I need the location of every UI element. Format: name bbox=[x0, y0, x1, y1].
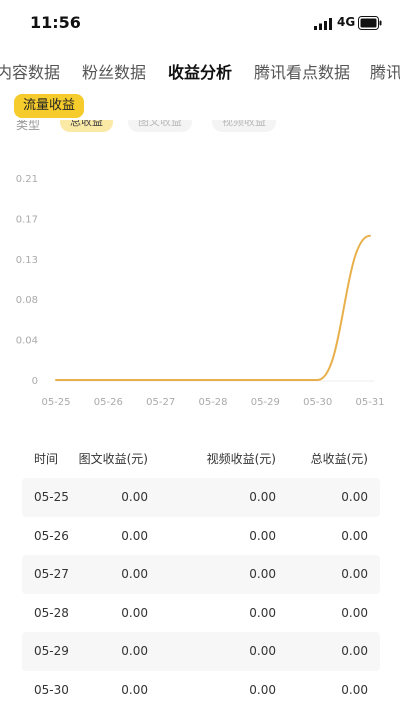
table-row: 05-26 0.00 0.00 0.00 bbox=[22, 517, 380, 556]
cell-article-revenue: 0.00 bbox=[121, 478, 148, 516]
x-tick-label: 05-31 bbox=[355, 397, 384, 408]
tab-content-data[interactable]: 内容数据 bbox=[0, 59, 60, 83]
cell-article-revenue: 0.00 bbox=[121, 555, 148, 593]
revenue-line-chart: 0.21 0.17 0.13 0.08 0.04 005-25 05-26 05-27 05-2… bbox=[0, 160, 400, 420]
table-header-row: 时间 图文收益(元) 视频收益(元) 总收益(元) bbox=[22, 440, 380, 478]
cell-video-revenue: 0.00 bbox=[249, 555, 276, 593]
x-tick-label: 05-27 bbox=[146, 397, 175, 408]
header-article-revenue: 图文收益(元) bbox=[79, 440, 148, 478]
tab-kandian-data[interactable]: 腾讯看点数据 bbox=[254, 59, 350, 83]
cell-video-revenue: 0.00 bbox=[249, 478, 276, 516]
cell-article-revenue: 0.00 bbox=[121, 632, 148, 670]
cell-date: 05-25 bbox=[34, 478, 69, 516]
signal-icon bbox=[314, 18, 334, 30]
y-tick-label: 0.08 bbox=[16, 295, 38, 306]
table-row: 05-30 0.00 0.00 0.00 bbox=[22, 671, 380, 709]
x-tick-label: 05-25 bbox=[41, 397, 70, 408]
network-label: 4G bbox=[337, 15, 355, 29]
y-tick-label: 0.17 bbox=[16, 214, 38, 225]
tab-bar: 内容数据 粉丝数据 收益分析 腾讯看点数据 腾讯 bbox=[0, 50, 400, 90]
chip-total-revenue[interactable]: 总收益 bbox=[60, 120, 113, 132]
cell-date: 05-28 bbox=[34, 594, 69, 632]
y-tick-label: 0 bbox=[32, 376, 38, 387]
tab-revenue-analysis[interactable]: 收益分析 bbox=[168, 59, 232, 83]
filter-label: 类型 bbox=[16, 120, 40, 133]
filter-row: 类型 总收益 图文收益 视频收益 bbox=[0, 120, 400, 136]
cell-date: 05-26 bbox=[34, 517, 69, 555]
cell-article-revenue: 0.00 bbox=[121, 671, 148, 709]
x-tick-label: 05-28 bbox=[198, 397, 227, 408]
cell-date: 05-29 bbox=[34, 632, 69, 670]
y-tick-label: 0.21 bbox=[16, 174, 38, 185]
table-row: 05-28 0.00 0.00 0.00 bbox=[22, 594, 380, 633]
cell-total-revenue: 0.00 bbox=[341, 517, 368, 555]
header-video-revenue: 视频收益(元) bbox=[207, 440, 276, 478]
tab-tencent[interactable]: 腾讯 bbox=[370, 59, 400, 83]
traffic-revenue-badge[interactable]: 流量收益 bbox=[14, 94, 84, 118]
x-tick-label: 05-29 bbox=[251, 397, 280, 408]
chip-video-revenue[interactable]: 视频收益 bbox=[212, 120, 276, 132]
cell-video-revenue: 0.00 bbox=[249, 517, 276, 555]
revenue-table: 时间 图文收益(元) 视频收益(元) 总收益(元) 05-25 0.00 0.0… bbox=[22, 440, 380, 709]
status-time: 11:56 bbox=[30, 13, 81, 32]
cell-date: 05-30 bbox=[34, 671, 69, 709]
revenue-chart: 0.21 0.17 0.13 0.08 0.04 005-25 05-26 05-27 05-2… bbox=[0, 160, 400, 420]
table-row: 05-29 0.00 0.00 0.00 bbox=[22, 632, 380, 671]
chip-article-revenue[interactable]: 图文收益 bbox=[128, 120, 192, 132]
header-time: 时间 bbox=[34, 440, 58, 478]
cell-total-revenue: 0.00 bbox=[341, 594, 368, 632]
cell-total-revenue: 0.00 bbox=[341, 478, 368, 516]
y-tick-label: 0.13 bbox=[16, 255, 38, 266]
series-line bbox=[56, 236, 370, 380]
cell-video-revenue: 0.00 bbox=[249, 671, 276, 709]
cell-video-revenue: 0.00 bbox=[249, 594, 276, 632]
status-bar: 11:56 4G bbox=[0, 0, 400, 46]
battery-icon bbox=[358, 16, 382, 30]
cell-total-revenue: 0.00 bbox=[341, 632, 368, 670]
cell-article-revenue: 0.00 bbox=[121, 517, 148, 555]
x-tick-label: 05-30 bbox=[303, 397, 332, 408]
header-total-revenue: 总收益(元) bbox=[311, 440, 368, 478]
table-row: 05-27 0.00 0.00 0.00 bbox=[22, 555, 380, 594]
tab-fans-data[interactable]: 粉丝数据 bbox=[82, 59, 146, 83]
x-tick-label: 05-26 bbox=[94, 397, 123, 408]
table-row: 05-25 0.00 0.00 0.00 bbox=[22, 478, 380, 517]
cell-date: 05-27 bbox=[34, 555, 69, 593]
cell-video-revenue: 0.00 bbox=[249, 632, 276, 670]
cell-article-revenue: 0.00 bbox=[121, 594, 148, 632]
y-tick-label: 0.04 bbox=[16, 336, 38, 347]
cell-total-revenue: 0.00 bbox=[341, 555, 368, 593]
cell-total-revenue: 0.00 bbox=[341, 671, 368, 709]
